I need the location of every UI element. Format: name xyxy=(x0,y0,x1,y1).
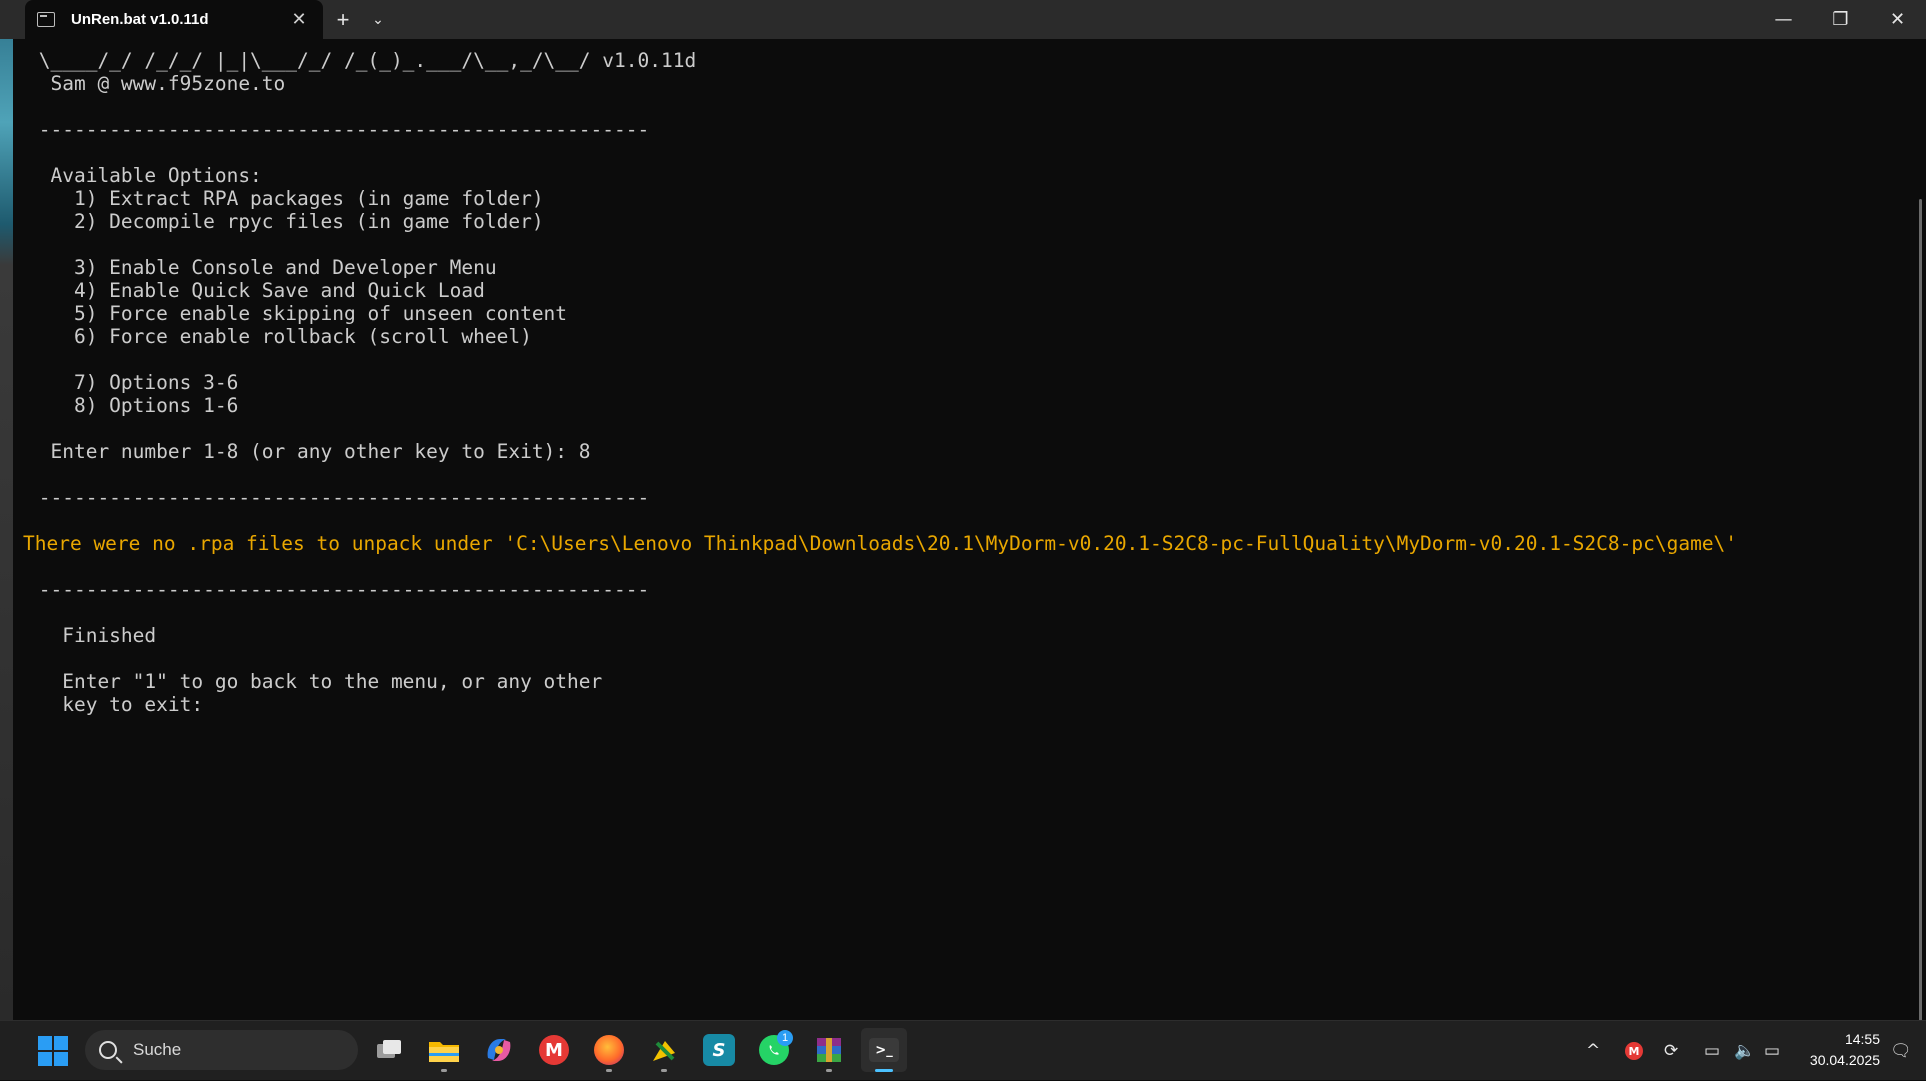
windows-logo-icon xyxy=(38,1036,52,1050)
console-option: 3) Enable Console and Developer Menu xyxy=(27,256,497,279)
taskbar-app-gmail[interactable]: M xyxy=(531,1028,577,1072)
console-prompt: Enter number 1-8 (or any other key to Ex… xyxy=(27,440,591,463)
volume-icon[interactable]: 🔈 xyxy=(1734,1021,1755,1081)
running-indicator xyxy=(826,1069,832,1072)
console-option: 6) Force enable rollback (scroll wheel) xyxy=(27,325,532,348)
console-line: Sam @ www.f95zone.to xyxy=(27,72,286,95)
battery-icon[interactable]: ▭ xyxy=(1764,1021,1780,1081)
winrar-icon xyxy=(813,1034,845,1066)
console-separator: ----------------------------------------… xyxy=(27,486,650,509)
new-tab-button[interactable]: + xyxy=(323,0,363,39)
taskbar-app-copilot[interactable] xyxy=(476,1028,522,1072)
console-option: 7) Options 3-6 xyxy=(27,371,239,394)
gmail-icon: M xyxy=(539,1035,569,1065)
tab-unren[interactable]: UnRen.bat v1.0.11d ✕ xyxy=(25,0,323,39)
close-window-button[interactable]: ✕ xyxy=(1869,0,1926,39)
console-option: 4) Enable Quick Save and Quick Load xyxy=(27,279,485,302)
terminal-tab-icon xyxy=(37,12,55,27)
taskbar-app-terminal[interactable]: >_ xyxy=(861,1028,907,1072)
firefox-icon xyxy=(594,1035,624,1065)
clock-date: 30.04.2025 xyxy=(1809,1052,1880,1068)
clock-time: 14:55 xyxy=(1844,1031,1880,1047)
folder-icon xyxy=(428,1034,460,1066)
active-indicator xyxy=(875,1069,893,1072)
tray-overflow-chevron[interactable]: ^ xyxy=(1586,1021,1600,1081)
tab-close-button[interactable]: ✕ xyxy=(287,9,311,30)
running-indicator xyxy=(661,1069,667,1072)
surfshark-icon: S xyxy=(703,1034,735,1066)
tray-gmail-icon[interactable]: M xyxy=(1625,1021,1643,1081)
taskbar-app-winrar[interactable] xyxy=(806,1028,852,1072)
console-prompt: Enter "1" to go back to the menu, or any… xyxy=(27,670,603,693)
tab-title: UnRen.bat v1.0.11d xyxy=(71,11,209,28)
notification-badge: 1 xyxy=(777,1030,793,1046)
console-option: 5) Force enable skipping of unseen conte… xyxy=(27,302,568,325)
taskbar-search[interactable]: Suche xyxy=(85,1030,358,1070)
console-separator: ----------------------------------------… xyxy=(27,578,650,601)
taskbar-app-task-view[interactable] xyxy=(366,1028,412,1072)
window-controls: — ❐ ✕ xyxy=(1755,0,1926,39)
maximize-button[interactable]: ❐ xyxy=(1812,0,1869,39)
desktop-wallpaper xyxy=(0,0,13,1020)
console-option: 8) Options 1-6 xyxy=(27,394,239,417)
title-bar: UnRen.bat v1.0.11d ✕ + ⌄ — ❐ ✕ xyxy=(0,0,1926,39)
search-placeholder: Suche xyxy=(133,1040,182,1059)
console-line: Available Options: xyxy=(27,164,262,187)
taskbar-app-firefox[interactable] xyxy=(586,1028,632,1072)
network-icon[interactable]: ▭ xyxy=(1704,1021,1720,1081)
taskbar-app-whatsapp[interactable]: 1 xyxy=(751,1028,797,1072)
running-indicator xyxy=(606,1069,612,1072)
start-button[interactable] xyxy=(38,1036,68,1066)
console-output[interactable]: \____/_/ /_/_/ |_|\___/_/ /_(_)_.___/\__… xyxy=(13,39,1913,1019)
notifications-icon[interactable]: 🗨 xyxy=(1890,1021,1912,1081)
console-status: Finished xyxy=(27,624,157,647)
scrollbar-thumb[interactable] xyxy=(1919,199,1922,1029)
taskbar-app-file-explorer[interactable] xyxy=(421,1028,467,1072)
copilot-icon xyxy=(483,1034,515,1066)
search-icon xyxy=(99,1041,117,1059)
tab-dropdown-button[interactable]: ⌄ xyxy=(363,0,393,39)
minimize-button[interactable]: — xyxy=(1755,0,1812,39)
taskbar-app-surfshark[interactable]: S xyxy=(696,1028,742,1072)
console-option: 1) Extract RPA packages (in game folder) xyxy=(27,187,544,210)
console-warning: There were no .rpa files to unpack under… xyxy=(23,532,1738,555)
console-option: 2) Decompile rpyc files (in game folder) xyxy=(27,210,544,233)
taskbar-app-tool[interactable] xyxy=(641,1028,687,1072)
app-icon xyxy=(648,1034,680,1066)
terminal-icon: >_ xyxy=(869,1038,899,1062)
console-scrollbar[interactable] xyxy=(1913,39,1926,1029)
console-separator: ----------------------------------------… xyxy=(27,118,650,141)
tray-clock[interactable]: 14:55 30.04.2025 xyxy=(1810,1029,1880,1071)
console-line: \____/_/ /_/_/ |_|\___/_/ /_(_)_.___/\__… xyxy=(27,49,697,72)
taskbar: Suche M S 1 >_ ^ M ⟳ ▭ 🔈 ▭ 14:55 30.04.2… xyxy=(0,1020,1926,1080)
console-prompt: key to exit: xyxy=(27,693,204,716)
sync-icon[interactable]: ⟳ xyxy=(1664,1021,1678,1081)
running-indicator xyxy=(441,1069,447,1072)
task-view-icon xyxy=(373,1034,405,1066)
